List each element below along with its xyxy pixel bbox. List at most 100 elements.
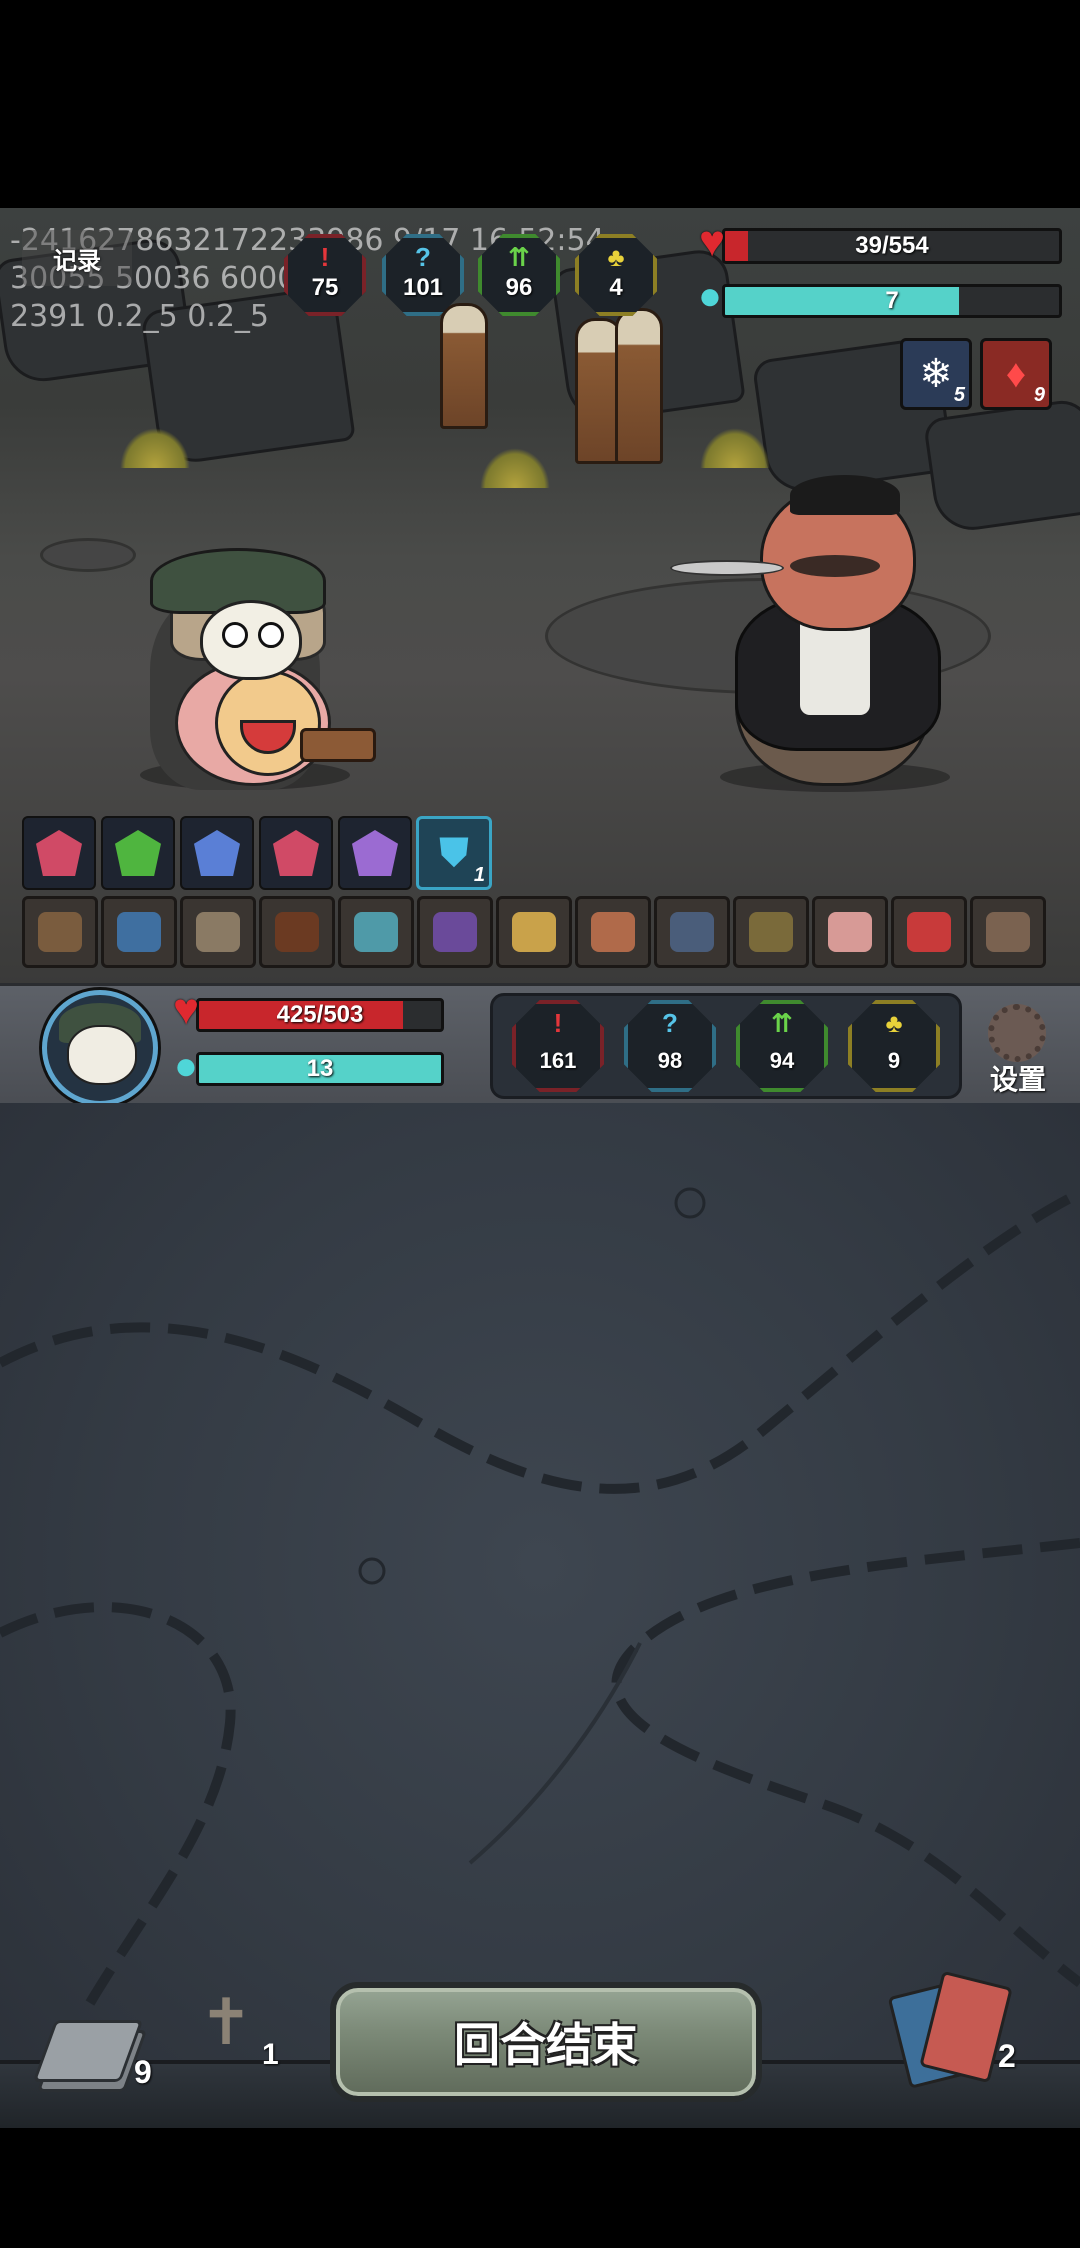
wizard-hat-item[interactable] <box>654 896 730 968</box>
question-icon: ? <box>662 1008 678 1038</box>
sword-icon: ! <box>320 242 330 272</box>
dagger-item[interactable] <box>180 896 256 968</box>
meat-icon <box>591 912 635 952</box>
gem-icon <box>273 830 319 876</box>
enemy-hair <box>790 475 900 515</box>
discard-pile-count: 2 <box>998 2038 1016 2074</box>
arrows-icon: ⇈ <box>508 242 530 272</box>
shield-icon: ⛊ <box>439 830 469 875</box>
map-area <box>0 1103 1080 2128</box>
ruby-gem[interactable] <box>22 816 96 890</box>
top-black-bar <box>0 0 1080 208</box>
sack-item[interactable] <box>259 896 335 968</box>
owl-item[interactable] <box>970 896 1046 968</box>
pink-leg-icon <box>828 912 872 952</box>
player-mana-bar: 13 <box>196 1052 444 1086</box>
spellbook-item[interactable] <box>417 896 493 968</box>
log-button[interactable]: 记录 <box>22 230 132 286</box>
exhaust-pile[interactable]: ✝ 1 <box>186 1982 296 2092</box>
gear-icon <box>988 1004 1046 1062</box>
pink-leg-item[interactable] <box>812 896 888 968</box>
settings-label: 设置 <box>989 1064 1046 1095</box>
fish-item[interactable] <box>338 896 414 968</box>
enemy-luck-value: 4 <box>609 274 623 301</box>
rose-icon <box>907 912 951 952</box>
player-avatar[interactable] <box>42 990 158 1106</box>
map-path-lines <box>0 1187 1080 2006</box>
hero-face <box>200 600 302 680</box>
helmet-icon <box>749 912 793 952</box>
hero-sword <box>300 728 376 762</box>
hero-eye <box>222 622 248 648</box>
avatar-face <box>67 1025 137 1085</box>
gem-icon <box>194 830 240 876</box>
heart-icon: ♥ <box>172 985 200 1034</box>
clover-icon: ♣ <box>607 242 625 272</box>
rose-item[interactable] <box>891 896 967 968</box>
hero-eye <box>258 622 284 648</box>
draw-pile-count: 9 <box>134 2054 152 2090</box>
gem-icon <box>115 830 161 876</box>
meat-item[interactable] <box>575 896 651 968</box>
shield-buff[interactable]: ⛊ 1 <box>416 816 492 890</box>
heart-icon: ♥ <box>698 217 726 266</box>
enemy-mustache <box>790 555 880 577</box>
player-mana-text: 13 <box>306 1055 334 1082</box>
blue-crystal-icon <box>117 912 161 952</box>
sack-icon <box>275 912 319 952</box>
end-turn-button[interactable]: 回合结束 <box>330 1982 762 2102</box>
mana-drop-icon: ● <box>697 274 723 318</box>
enemy-defense-value: 101 <box>402 274 444 301</box>
bottom-black-bar <box>0 2128 1080 2248</box>
clover-icon: ♣ <box>885 1008 903 1038</box>
dagger-icon <box>196 912 240 952</box>
enemy-mana-text: 7 <box>885 287 899 314</box>
player-hp-bar: 425/503 <box>196 998 444 1032</box>
owl-icon <box>986 912 1030 952</box>
enemy-agility-value: 96 <box>505 274 533 301</box>
fish-icon <box>354 912 398 952</box>
freeze-status[interactable]: ❄ 5 <box>900 338 972 410</box>
emerald-gem[interactable] <box>101 816 175 890</box>
grass-tuft <box>120 428 190 468</box>
helmet-item[interactable] <box>733 896 809 968</box>
grass-tuft <box>480 448 550 488</box>
player-agility-value: 94 <box>769 1048 795 1073</box>
mana-drop-icon: ● <box>173 1044 199 1088</box>
enemy-hp-text: 39/554 <box>855 232 929 259</box>
grass-tuft <box>700 428 770 468</box>
sapphire-gem[interactable] <box>180 816 254 890</box>
puddle <box>40 538 136 572</box>
wooden-planks-item[interactable] <box>22 896 98 968</box>
settings-button[interactable]: 设置 <box>978 1000 1058 1095</box>
amethyst-gem[interactable] <box>338 816 412 890</box>
snowflake-icon: ❄ <box>919 352 953 396</box>
draw-pile[interactable]: 9 <box>32 2010 152 2092</box>
exhaust-pile-count: 1 <box>262 2038 279 2071</box>
ring-item[interactable] <box>496 896 572 968</box>
player-defense-value: 98 <box>657 1048 683 1073</box>
shield-count: 1 <box>473 864 485 886</box>
question-icon: ? <box>415 242 431 272</box>
discard-pile[interactable]: 2 <box>887 1970 1040 2089</box>
spellbook-icon <box>433 912 477 952</box>
wooden-stake <box>615 308 663 464</box>
ruby-gem[interactable] <box>259 816 333 890</box>
player-hp-text: 425/503 <box>276 1001 364 1028</box>
bleed-count: 9 <box>1033 384 1045 406</box>
bleed-status[interactable]: ♦ 9 <box>980 338 1052 410</box>
enemy-attack-value: 75 <box>311 274 339 301</box>
gem-icon <box>36 830 82 876</box>
enemy-mana-bar: 7 <box>722 284 1062 318</box>
blue-crystal-item[interactable] <box>101 896 177 968</box>
rock <box>922 397 1080 535</box>
serving-tray <box>670 560 784 576</box>
freeze-count: 5 <box>953 384 965 406</box>
player-attack-value: 161 <box>539 1048 577 1073</box>
enemy-hp-bar: 39/554 <box>722 228 1062 264</box>
grave-cross-icon: ✝ <box>199 1986 253 2058</box>
blood-drop-icon: ♦ <box>1005 351 1027 396</box>
sword-icon: ! <box>553 1008 563 1038</box>
player-luck-value: 9 <box>887 1048 901 1073</box>
wizard-hat-icon <box>670 912 714 952</box>
